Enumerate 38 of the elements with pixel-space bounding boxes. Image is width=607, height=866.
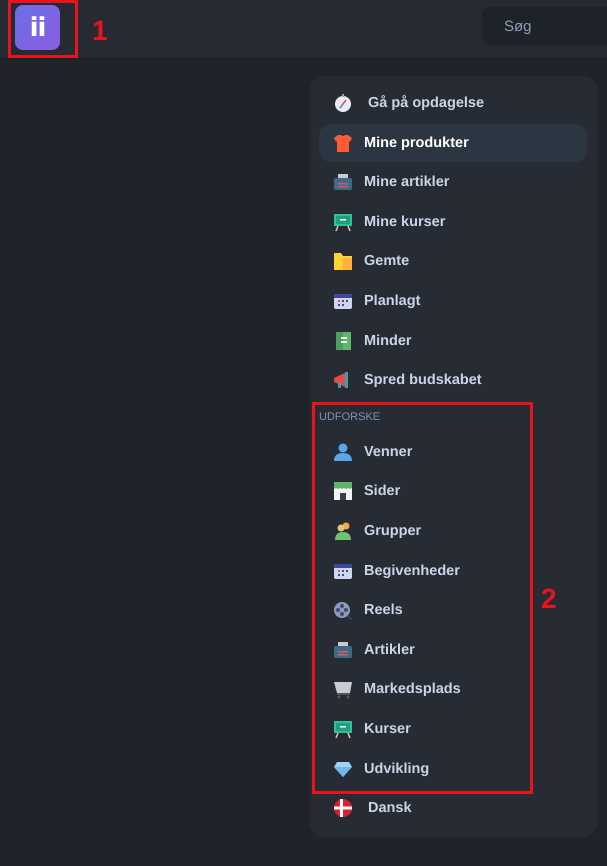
menu-item[interactable]: Artikler [319, 630, 527, 669]
film-reel-icon [333, 600, 353, 620]
folder-icon [333, 251, 353, 272]
building-icon [333, 481, 353, 502]
chalkboard-icon [333, 212, 353, 232]
annotation-number: 1 [92, 16, 108, 46]
annotation-number: 2 [541, 584, 557, 614]
notebook-icon [333, 330, 353, 351]
typewriter-icon [333, 640, 353, 660]
menu-item[interactable]: Venner [319, 432, 527, 471]
menu-item[interactable]: Mine kurser [319, 202, 587, 241]
menu-item[interactable]: Spred budskabet [319, 361, 587, 400]
cart-icon [333, 679, 353, 700]
menu-item[interactable]: Minder [319, 322, 587, 360]
menu-item[interactable]: Planlagt [319, 282, 587, 320]
menu-item[interactable]: Kurser [319, 710, 527, 748]
menu-item[interactable]: Gemte [319, 242, 587, 280]
menu-item[interactable]: Begivenheder [319, 552, 527, 590]
menu-item[interactable]: Mine artikler [319, 163, 587, 202]
section-heading: UDFORSKE [318, 410, 382, 425]
logo[interactable]: ii [15, 5, 60, 50]
person-icon [333, 442, 353, 462]
search-field[interactable]: Søg [482, 7, 607, 45]
menu-item[interactable]: Dansk [319, 789, 587, 828]
menu-item[interactable]: Sider [319, 472, 527, 510]
menu-item[interactable]: Grupper [319, 512, 527, 550]
chalkboard-icon [333, 718, 353, 739]
menu-item[interactable]: Gå på opdagelse [319, 84, 587, 122]
menu-item[interactable]: Markedsplads [319, 670, 527, 708]
typewriter-icon [333, 172, 353, 192]
menu-item[interactable]: Mine produkter [319, 124, 587, 162]
compass-icon [333, 93, 353, 113]
menu-item[interactable]: Udvikling [319, 750, 527, 788]
shirt-icon [333, 132, 353, 153]
flag-icon [333, 798, 353, 818]
people-icon [333, 520, 353, 541]
annotation-frame [8, 0, 78, 58]
menu-item[interactable]: Reels [319, 591, 527, 630]
